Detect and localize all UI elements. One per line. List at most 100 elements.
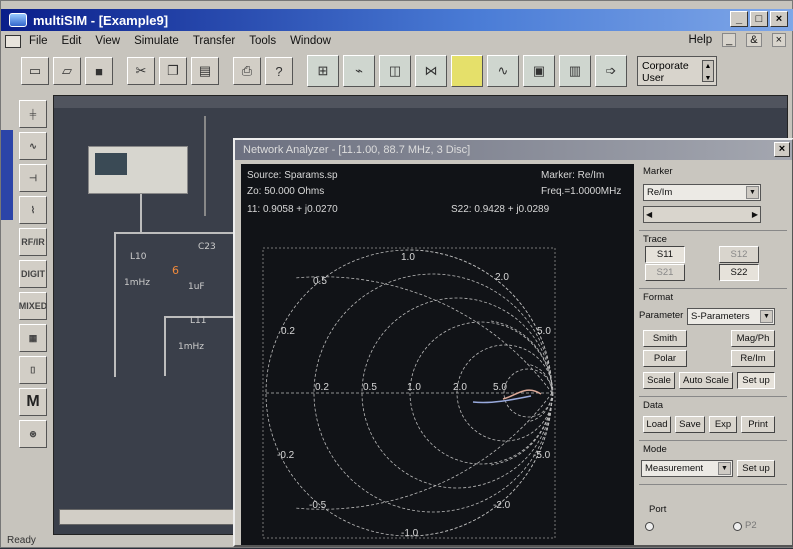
capacitor-c23-value: 1uF (188, 282, 205, 292)
data-group (639, 396, 787, 397)
save-disk-icon[interactable]: ■ (85, 57, 113, 85)
menu-simulate[interactable]: Simulate (134, 35, 179, 47)
port-p2-radio[interactable] (733, 522, 742, 531)
document-icon (5, 34, 21, 48)
wire (204, 116, 206, 216)
marker-slider[interactable]: ◀ ▶ (643, 206, 761, 223)
marker-group-label: Marker (643, 166, 673, 177)
chevron-down-icon: ▼ (760, 310, 773, 323)
smith-label-5.0-neg: -5.0 (533, 450, 551, 461)
node-label: 6 (172, 264, 179, 277)
menu-help[interactable]: Help (688, 34, 712, 46)
chevron-left-icon[interactable]: ◀ (646, 207, 652, 222)
smith-label-5.0-pos: 5.0 (537, 326, 551, 337)
copy-icon[interactable]: ❐ (159, 57, 187, 85)
minimize-button[interactable]: _ (730, 11, 748, 27)
polar-button[interactable]: Polar (643, 350, 687, 367)
smith-button[interactable]: Smith (643, 330, 687, 347)
data-group-label: Data (643, 400, 664, 411)
format-group (639, 288, 787, 289)
menu-window[interactable]: Window (290, 35, 331, 47)
export-button[interactable]: Exp (709, 416, 737, 433)
smith-label-0.2-neg: -0.2 (277, 450, 295, 461)
port-p1-radio[interactable] (645, 522, 654, 531)
auto-scale-button[interactable]: Auto Scale (679, 372, 733, 389)
rf-component-icon[interactable]: RF/IR (19, 228, 47, 256)
trace-s21-button[interactable]: S21 (645, 264, 685, 281)
m-component-icon[interactable]: M (19, 388, 47, 416)
magph-button[interactable]: Mag/Ph (731, 330, 775, 347)
doc-close-button[interactable]: × (771, 33, 786, 47)
new-file-icon[interactable]: ▭ (21, 57, 49, 85)
smith-label-0.2-axis: 0.2 (315, 382, 329, 393)
horizontal-scrollbar[interactable] (59, 509, 234, 525)
circuit-icon[interactable]: ⌁ (343, 55, 375, 87)
trace-s22-button[interactable]: S22 (719, 264, 759, 281)
trace-s12-button[interactable]: S12 (719, 246, 759, 263)
save-button[interactable]: Save (675, 416, 705, 433)
sources-icon[interactable]: ╪ (19, 100, 47, 128)
port-group-label: Port (649, 504, 667, 515)
transistor-icon[interactable]: ⌇ (19, 196, 47, 224)
chevron-down-icon: ▼ (746, 186, 759, 199)
menu-view[interactable]: View (95, 35, 120, 47)
doc-restore-button[interactable]: & (746, 33, 762, 47)
postprocessor-icon[interactable] (451, 55, 483, 87)
chip-icon[interactable]: ▣ (523, 55, 555, 87)
scale-button[interactable]: Scale (643, 372, 675, 389)
chevron-down-icon: ▼ (718, 462, 731, 475)
parameter-select[interactable]: S-Parameters ▼ (687, 308, 775, 325)
oscilloscope-icon[interactable]: ◫ (379, 55, 411, 87)
main-toolbar: ▭ ▱ ■ ✂ ❐ ▤ ⎙ ? ⊞ ⌁ ◫ ⋈ ∿ ▣ ▥ ➩ Corporat… (1, 52, 793, 90)
mixed-component-icon[interactable]: MIXED (19, 292, 47, 320)
port-group (639, 484, 787, 485)
print-button[interactable]: Print (741, 416, 775, 433)
app-window: multiSIM - [Example9] _ □ × File Edit Vi… (0, 0, 793, 548)
instrument-scope[interactable] (88, 146, 188, 194)
format-setup-button[interactable]: Set up (737, 372, 775, 389)
load-button[interactable]: Load (643, 416, 671, 433)
help-question-icon[interactable]: ? (265, 57, 293, 85)
capacitor-c23-label: C23 (198, 242, 216, 252)
doc-minimize-button[interactable]: _ (722, 33, 737, 47)
smith-label-5.0-axis: 5.0 (493, 382, 507, 393)
smith-label-0.5-axis: 0.5 (363, 382, 377, 393)
open-folder-icon[interactable]: ▱ (53, 57, 81, 85)
maximize-button[interactable]: □ (750, 11, 768, 27)
misc-icon[interactable]: ⌷ (19, 356, 47, 384)
diode-icon[interactable]: ⊣ (19, 164, 47, 192)
print-icon[interactable]: ⎙ (233, 57, 261, 85)
format-group-label: Format (643, 292, 674, 303)
mode-select-value: Measurement (645, 463, 704, 474)
indicator-icon[interactable]: ▦ (19, 324, 47, 352)
analyzer-close-button[interactable]: × (774, 142, 790, 157)
smith-label-0.2-pos: 0.2 (281, 326, 295, 337)
menu-file[interactable]: File (29, 35, 48, 47)
smith-label-top-1.0: 1.0 (401, 252, 415, 263)
component-wizard-icon[interactable]: ⊞ (307, 55, 339, 87)
user-selector[interactable]: Corporate User ▲ ▼ (637, 56, 717, 86)
x-arc-1-pos (408, 249, 553, 394)
digital-component-icon[interactable]: DIGIT (19, 260, 47, 288)
mode-select[interactable]: Measurement ▼ (641, 460, 733, 477)
scope-screen (95, 153, 127, 175)
spectrum-icon[interactable]: ∿ (487, 55, 519, 87)
transfer-arrow-icon[interactable]: ➩ (595, 55, 627, 87)
resistor-icon[interactable]: ∿ (19, 132, 47, 160)
analysis-graph-icon[interactable]: ⋈ (415, 55, 447, 87)
mode-setup-button[interactable]: Set up (737, 460, 775, 477)
menu-edit[interactable]: Edit (62, 35, 82, 47)
menu-tools[interactable]: Tools (249, 35, 276, 47)
trace-s11-button[interactable]: S11 (645, 246, 685, 263)
chevron-right-icon[interactable]: ▶ (752, 207, 758, 222)
cut-icon[interactable]: ✂ (127, 57, 155, 85)
breadboard-icon[interactable]: ▥ (559, 55, 591, 87)
reim-button[interactable]: Re/Im (731, 350, 775, 367)
marker-select[interactable]: Re/Im ▼ (643, 184, 761, 201)
user-spinner-icon[interactable]: ▲ ▼ (702, 60, 714, 82)
globe-icon[interactable]: ⊛ (19, 420, 47, 448)
close-button[interactable]: × (770, 11, 788, 27)
paste-icon[interactable]: ▤ (191, 57, 219, 85)
menu-transfer[interactable]: Transfer (193, 35, 235, 47)
wire (140, 194, 142, 234)
